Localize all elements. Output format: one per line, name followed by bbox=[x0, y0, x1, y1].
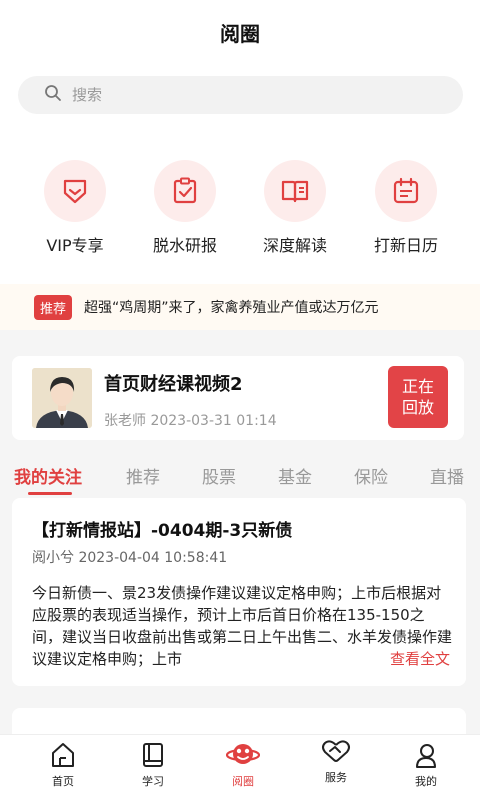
handshake-icon bbox=[296, 735, 376, 765]
tab-recommend[interactable]: 推荐 bbox=[126, 463, 160, 488]
notice-text[interactable]: 超强“鸡周期”来了，家禽养殖业产值或达万亿元 bbox=[84, 297, 379, 317]
search-icon bbox=[44, 84, 62, 106]
quick-link-label: 脱水研报 bbox=[152, 236, 217, 255]
nav-profile[interactable]: 我的 bbox=[386, 735, 466, 789]
planet-icon bbox=[203, 735, 283, 769]
nav-yuequan[interactable]: 阅圈 bbox=[203, 735, 283, 789]
active-tab-indicator bbox=[28, 492, 72, 495]
report-icon bbox=[154, 160, 216, 222]
tab-insurance[interactable]: 保险 bbox=[354, 463, 388, 488]
avatar bbox=[32, 368, 92, 428]
article-title[interactable]: 【打新情报站】-0404期-3只新债 bbox=[32, 516, 292, 541]
quick-link-ipo-calendar[interactable]: 打新日历 bbox=[356, 160, 456, 256]
recommend-badge: 推荐 bbox=[34, 294, 73, 320]
nav-study[interactable]: 学习 bbox=[113, 735, 193, 789]
tab-live[interactable]: 直播 bbox=[430, 463, 464, 488]
nav-label: 我的 bbox=[415, 775, 437, 788]
nav-home[interactable]: 首页 bbox=[23, 735, 103, 789]
quick-link-report[interactable]: 脱水研报 bbox=[135, 160, 235, 256]
tab-following[interactable]: 我的关注 bbox=[14, 463, 82, 488]
nav-service[interactable]: 服务 bbox=[296, 735, 376, 785]
home-icon bbox=[23, 735, 103, 769]
nav-label: 学习 bbox=[142, 775, 164, 788]
tab-stocks[interactable]: 股票 bbox=[202, 463, 236, 488]
replay-button[interactable]: 正在 回放 bbox=[388, 366, 448, 428]
profile-icon bbox=[386, 735, 466, 769]
quick-link-label: 深度解读 bbox=[262, 236, 327, 255]
search-bar[interactable] bbox=[18, 76, 463, 114]
quick-link-label: 打新日历 bbox=[373, 236, 438, 255]
vip-icon bbox=[44, 160, 106, 222]
article-card[interactable]: 【打新情报站】-0404期-3只新债 阅小兮 2023-04-04 10:58:… bbox=[12, 498, 466, 686]
search-input[interactable] bbox=[72, 86, 392, 104]
top-area: VIP专享 脱水研报 深度解读 打新日历 bbox=[0, 64, 480, 284]
article-meta: 阅小兮 2023-04-04 10:58:41 bbox=[32, 550, 228, 566]
bottom-nav: 首页 学习 阅圈 服务 我的 bbox=[0, 734, 480, 800]
replay-label: 正在 回放 bbox=[401, 377, 434, 417]
calendar-icon bbox=[375, 160, 437, 222]
page-title: 阅圈 bbox=[220, 21, 260, 46]
live-title: 首页财经课视频2 bbox=[104, 374, 243, 395]
live-card[interactable]: 首页财经课视频2 张老师 2023-03-31 01:14 正在 回放 bbox=[12, 356, 464, 440]
recommend-notice[interactable]: 推荐 超强“鸡周期”来了，家禽养殖业产值或达万亿元 bbox=[0, 284, 480, 330]
quick-link-label: VIP专享 bbox=[46, 236, 104, 255]
nav-label: 服务 bbox=[325, 771, 347, 784]
quick-link-deep-read[interactable]: 深度解读 bbox=[245, 160, 345, 256]
tab-funds[interactable]: 基金 bbox=[278, 463, 312, 488]
live-meta: 张老师 2023-03-31 01:14 bbox=[104, 413, 277, 429]
app-header: 阅圈 bbox=[0, 0, 480, 64]
nav-label: 首页 bbox=[52, 775, 74, 788]
nav-label: 阅圈 bbox=[232, 775, 254, 788]
book-icon bbox=[264, 160, 326, 222]
study-book-icon bbox=[113, 735, 193, 769]
read-more-link[interactable]: 查看全文 bbox=[339, 648, 450, 670]
quick-link-vip[interactable]: VIP专享 bbox=[25, 160, 125, 256]
